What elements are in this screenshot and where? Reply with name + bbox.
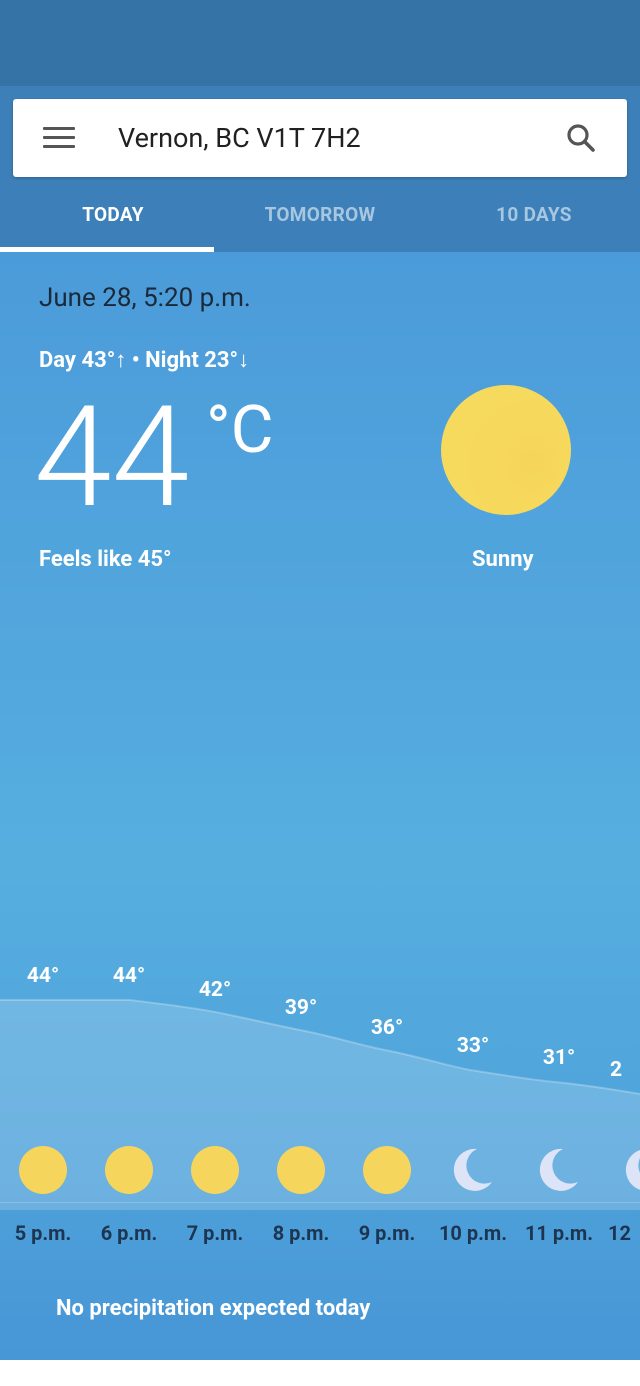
hour-temp: 42° [198,978,232,1002]
hour-temp: 44° [112,964,146,988]
search-icon[interactable] [561,119,601,159]
tab-10-days[interactable]: 10 DAYS [428,188,640,252]
divider [0,1202,640,1203]
hour-temp: 39° [284,996,318,1020]
status-bar [0,0,640,86]
hour-time: 9 p.m. [358,1221,416,1245]
hour-temp: 31° [542,1046,576,1070]
sun-icon [19,1146,67,1194]
hourly-forecast[interactable]: 44° 44° 42° 39° 36° 33° 31° 2 5 p.m. 6 p… [0,950,640,1270]
precipitation-note: No precipitation expected today [56,1296,371,1321]
hour-temp: 33° [456,1034,490,1058]
temperature-unit: °C [206,392,274,469]
current-temperature: 44 [34,376,190,540]
sun-icon [191,1146,239,1194]
current-datetime: June 28, 5:20 p.m. [39,283,251,313]
condition-label: Sunny [472,547,534,572]
hour-time: 5 p.m. [14,1221,72,1245]
hour-temp: 44° [26,964,60,988]
location-input[interactable]: Vernon, BC V1T 7H2 [118,119,361,157]
sun-icon [277,1146,325,1194]
tab-bar: TODAY TOMORROW 10 DAYS [0,188,640,252]
bottom-area [0,1360,640,1386]
hour-temp: 36° [370,1016,404,1040]
hour-time: 12 [608,1221,631,1245]
sun-icon [105,1146,153,1194]
moon-icon [539,1148,578,1191]
hour-time: 6 p.m. [100,1221,158,1245]
search-bar[interactable]: Vernon, BC V1T 7H2 [13,99,627,177]
menu-icon[interactable] [43,127,75,149]
moon-icon [625,1150,640,1190]
hour-time: 7 p.m. [186,1221,244,1245]
hour-temp: 2 [610,1058,623,1082]
sun-icon [441,385,571,515]
moon-icon [453,1148,492,1191]
hour-time: 11 p.m. [524,1221,594,1245]
hour-time: 10 p.m. [438,1221,508,1245]
sun-icon [363,1146,411,1194]
day-night-temps: Day 43°↑ • Night 23°↓ [39,348,250,373]
tab-tomorrow[interactable]: TOMORROW [214,188,426,252]
tab-today[interactable]: TODAY [0,188,226,252]
feels-like: Feels like 45° [39,547,172,572]
hour-time: 8 p.m. [272,1221,330,1245]
